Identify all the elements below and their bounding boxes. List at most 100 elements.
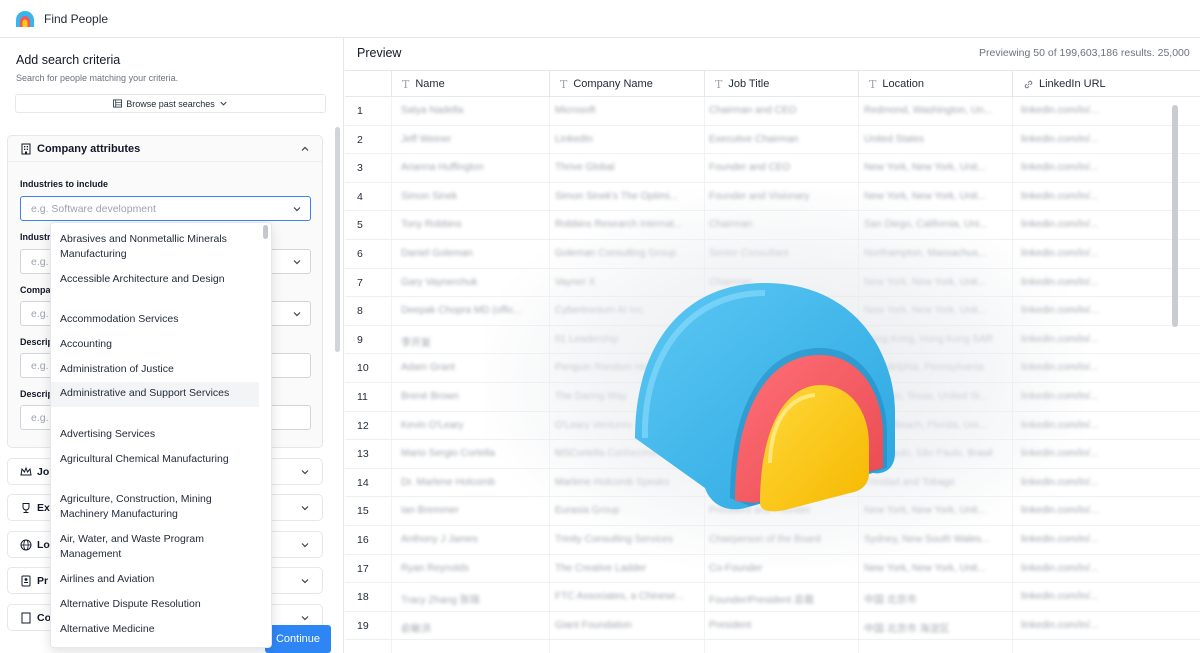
table-cell: linkedin.com/in/... [1021, 105, 1099, 116]
chevron-down-icon [301, 470, 309, 475]
browse-past-searches-button[interactable]: Browse past searches [15, 94, 326, 113]
table-cell: 中国 北京市 [864, 595, 917, 607]
app-logo-icon [16, 10, 34, 27]
dropdown-option-hovered[interactable]: Administrative and Support Services [51, 382, 259, 407]
app-title: Find People [44, 11, 109, 26]
table-cell: Gary Vaynerchuk [401, 276, 478, 288]
table-row[interactable]: 13 Mario Sergio Cortella MSCortella Conhec… [345, 440, 1200, 469]
table-cell: The Creative Ladder [555, 562, 647, 574]
company-attributes-header[interactable]: Company attributes [8, 136, 322, 162]
column-header-linkedin[interactable]: LinkedIn URL [1012, 71, 1166, 97]
dropdown-option[interactable]: Agriculture, Construction, Mining Machin… [51, 492, 259, 522]
table-scrollbar[interactable] [1172, 105, 1178, 327]
column-header-label: Name [415, 78, 445, 90]
table-cell: Tony Robbins [401, 219, 462, 231]
column-header-company[interactable]: T Company Name [549, 71, 704, 97]
table-cell: New York, New York, Unit... [864, 562, 986, 574]
table-row[interactable]: 15 Ian Bremmer Eurasia Group President and … [345, 497, 1200, 526]
dropdown-scrollbar[interactable] [263, 225, 268, 239]
dropdown-option[interactable]: Alternative Dispute Resolution [51, 597, 259, 612]
table-cell: Founder [709, 391, 747, 402]
table-cell: 01 Leadership [555, 333, 619, 345]
table-cell: Executive Chairman [709, 133, 799, 145]
table-cell: Houston, Texas, United St... [864, 391, 988, 402]
table-cell: Founder [709, 305, 747, 317]
dropdown-option[interactable]: Airlines and Aviation [51, 572, 259, 587]
table-cell: Chairman [709, 219, 753, 231]
table-cell: Goleman Consulting Group [555, 248, 677, 259]
table-cell: Founder/President 总裁 [709, 595, 815, 607]
location-section-title: Lo [37, 538, 50, 551]
table-cell: Microsoft [555, 105, 596, 116]
column-header-job-title[interactable]: T Job Title [704, 71, 858, 97]
table-cell: Philadelphia, Pennsylvania [864, 362, 984, 374]
dropdown-option[interactable]: Agricultural Chemical Manufacturing [51, 452, 259, 467]
table-cell: Robbins Research Internat... [555, 219, 683, 231]
column-header-location[interactable]: T Location [858, 71, 1012, 97]
table-row[interactable]: 6 Daniel Goleman Goleman Consulting Group S… [345, 240, 1200, 269]
table-cell: New York, New York, Unit... [864, 276, 986, 288]
crown-icon [20, 466, 32, 475]
dropdown-option[interactable]: Administration of Justice [51, 362, 259, 377]
row-number: 15 [357, 505, 369, 518]
table-cell: Brené Brown [401, 391, 459, 402]
table-row[interactable]: 4 Simon Sinek Simon Sinek's The Optimi... F… [345, 183, 1200, 212]
table-row[interactable]: 9 李开复 01 Leadership Chairman Hong Kong, Hong… [345, 326, 1200, 355]
table-row[interactable]: 8 Deepak Chopra MD (offic... Cybertronium … [345, 297, 1200, 326]
description-include-placeholder: e.g. [31, 359, 49, 372]
continue-button[interactable]: Continue [265, 625, 331, 653]
table-cell: Co-Founder [709, 562, 763, 574]
experience-section-title: Ex [37, 501, 50, 514]
dropdown-option[interactable]: Accessible Architecture and Design [51, 272, 259, 287]
table-cell: 中国 北京市 海淀区 [864, 623, 950, 635]
table-cell: Thrive Global [555, 162, 615, 174]
table-cell: Fundador [709, 448, 752, 460]
table-row[interactable]: 2 Jeff Weiner LinkedIn Executive Chairman Un… [345, 126, 1200, 155]
table-cell: New York, New York, Unit... [864, 162, 986, 174]
table-row[interactable]: 18 Tracy Zhang 张瑞 FTC Associates, a Chines… [345, 583, 1200, 612]
company-field-label: Company [20, 285, 52, 295]
industries-include-input[interactable]: e.g. Software development [20, 196, 311, 221]
table-row[interactable]: 19 俞敏洪 Giant Foundation President 中国 北京市 海淀区… [345, 612, 1200, 641]
table-row[interactable]: 1 Satya Nadella Microsoft Chairman and CEO R… [345, 97, 1200, 126]
chevron-down-icon [220, 101, 227, 106]
table-cell: linkedin.com/in/... [1021, 619, 1099, 631]
table-row[interactable]: 7 Gary Vaynerchuk Vayner X Chairman New York… [345, 269, 1200, 298]
column-header-name[interactable]: T Name [391, 71, 549, 97]
table-row[interactable]: 16 Anthony J James Trinity Consulting Serv… [345, 526, 1200, 555]
table-cell: President [709, 619, 752, 631]
industries-exclude-label: Industries to exclude [20, 232, 52, 242]
table-cell: Chairman and CEO [709, 105, 797, 116]
table-cell: Simon Sinek's The Optimi... [555, 190, 678, 202]
table-row[interactable]: 10 Adam Grant Penguin Random House Author Ph… [345, 354, 1200, 383]
table-cell: Tracy Zhang 张瑞 [401, 595, 480, 607]
preview-result-count: Previewing 50 of 199,603,186 results. 25… [979, 47, 1190, 59]
table-cell: Deepak Chopra MD (offic... [401, 305, 522, 317]
table-cell: Hong Kong, Hong Kong SAR [864, 333, 993, 345]
table-cell: Cybertronium AI Inc. [555, 305, 646, 317]
row-number: 19 [357, 619, 369, 632]
table-row[interactable]: 5 Tony Robbins Robbins Research Internat..… [345, 211, 1200, 240]
table-row[interactable]: 17 Ryan Reynolds The Creative Ladder Co-Fou… [345, 555, 1200, 584]
table-row[interactable]: 12 Kevin O'Leary O'Leary Ventures Chairman M… [345, 412, 1200, 441]
dropdown-option[interactable]: Accommodation Services [51, 312, 259, 327]
table-cell: Author [709, 362, 739, 374]
row-number: 8 [357, 305, 363, 318]
dropdown-option[interactable]: Air, Water, and Waste Program Management [51, 532, 259, 562]
table-row[interactable]: 3 Arianna Huffington Thrive Global Founder … [345, 154, 1200, 183]
table-cell: linkedin.com/in/... [1021, 305, 1099, 317]
row-number: 17 [357, 562, 369, 575]
table-cell: United States [864, 133, 925, 145]
dropdown-option[interactable]: Accounting [51, 337, 259, 352]
list-icon [113, 99, 123, 108]
table-cell: President and Founder [709, 505, 811, 517]
table-cell: Northampton, Massachus... [864, 248, 987, 259]
row-number: 2 [357, 133, 363, 146]
table-row[interactable]: 11 Brené Brown The Daring Way Founder Housto… [345, 383, 1200, 412]
dropdown-option[interactable]: Alternative Medicine [51, 622, 259, 637]
table-row[interactable]: 14 Dr. Marlene Holcomb Marlene Holcomb Spe… [345, 469, 1200, 498]
panel-scrollbar[interactable] [335, 127, 340, 352]
dropdown-option[interactable]: Abrasives and Nonmetallic Minerals Manuf… [51, 232, 259, 262]
table-cell: 李开复 [401, 337, 431, 349]
dropdown-option[interactable]: Advertising Services [51, 427, 259, 442]
